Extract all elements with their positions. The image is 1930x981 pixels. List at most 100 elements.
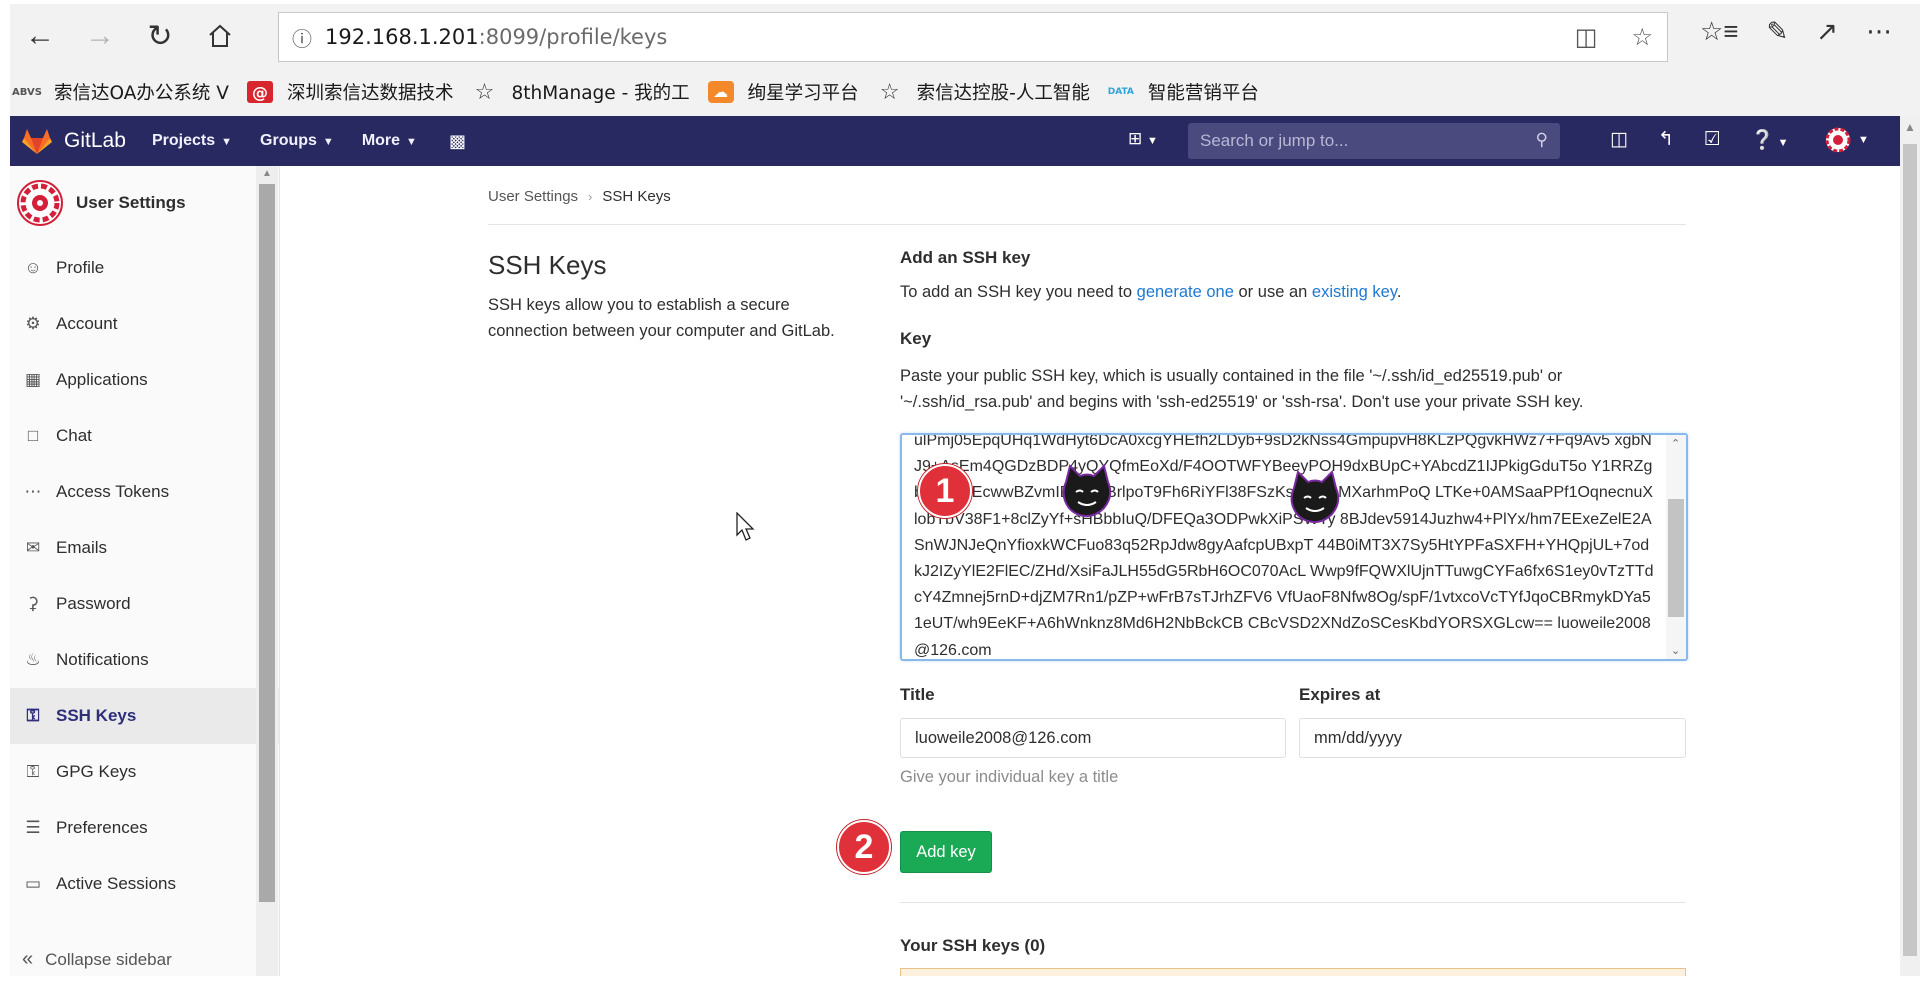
sidebar-item-profile[interactable]: ☺ Profile xyxy=(10,240,279,296)
bookmark-item[interactable]: ☁ 绚星学习平台 xyxy=(707,79,859,105)
account-icon: ⚙ xyxy=(25,314,41,333)
expires-date-input[interactable]: mm/dd/yyyy xyxy=(1299,718,1686,758)
sidebar-item-notifications[interactable]: ♨ Notifications xyxy=(10,632,279,688)
empty-keys-notice xyxy=(900,968,1686,976)
key-textarea-content[interactable]: ulPmj05EpqUHq1WdHyt6DcA0xcgYHEfh2LDyb+9s… xyxy=(914,435,1654,659)
search-box[interactable]: Search or jump to... ⚲ xyxy=(1188,123,1560,159)
gitlab-logo[interactable]: GitLab xyxy=(22,127,152,155)
reading-view-icon[interactable]: ◫ xyxy=(1575,23,1598,52)
bookmark-item[interactable]: ☆ 索信达控股-人工智能 xyxy=(877,79,1090,105)
avatar xyxy=(1825,127,1851,153)
divider xyxy=(488,224,1686,225)
url-text: 192.168.1.201:8099/profile/keys xyxy=(325,25,668,49)
mail-icon: ✉ xyxy=(25,538,41,557)
breadcrumb-current[interactable]: SSH Keys xyxy=(602,188,670,205)
favorite-star-icon[interactable]: ☆ xyxy=(1631,23,1653,52)
new-item-dropdown[interactable]: ⊞ ▼ xyxy=(1128,129,1158,149)
sidebar-item-chat[interactable]: □ Chat xyxy=(10,408,279,464)
pen-icon[interactable]: ✎ xyxy=(1766,16,1788,47)
sidebar-item-ssh-keys[interactable]: ⚿ SSH Keys xyxy=(10,688,279,744)
groups-menu[interactable]: Groups ▼ xyxy=(260,132,334,150)
bookmark-item[interactable]: DATA 智能营销平台 xyxy=(1108,79,1259,105)
sidebar-item-access-tokens[interactable]: ⋯ Access Tokens xyxy=(10,464,279,520)
sidebar-header[interactable]: User Settings xyxy=(10,166,279,240)
browser-toolbar: ← → ↻ ⓘ 192.168.1.201:8099/profile/keys … xyxy=(10,4,1920,68)
scrollbar-thumb[interactable] xyxy=(1903,144,1917,956)
scroll-up-icon[interactable]: ▲ xyxy=(262,168,272,179)
expires-label: Expires at xyxy=(1299,685,1381,704)
divider xyxy=(900,902,1686,903)
preferences-icon: ☰ xyxy=(25,818,41,837)
sidebar-scrollbar-thumb[interactable] xyxy=(259,184,275,902)
step-1-badge: 1 xyxy=(918,464,972,518)
at-sign-icon: @ xyxy=(246,81,273,103)
data-icon: DATA xyxy=(1107,87,1134,97)
add-key-button[interactable]: Add key xyxy=(900,831,992,873)
gitlab-navbar: GitLab Projects ▼ Groups ▼ More ▼ ▩ ⊞ ▼ Sea… xyxy=(10,116,1900,166)
share-icon[interactable]: ↗ xyxy=(1816,16,1838,47)
bookmark-item[interactable]: ABVS 索信达OA办公系统 V xyxy=(12,79,229,105)
issues-check-icon[interactable]: ☑ xyxy=(1704,128,1721,152)
page-scrollbar[interactable]: ▲ xyxy=(1900,116,1920,976)
sidebar-item-preferences[interactable]: ☰ Preferences xyxy=(10,800,279,856)
cat-sticker-icon xyxy=(1062,464,1112,518)
cat-sticker-icon xyxy=(1290,470,1340,524)
page-description: SSH keys allow you to establish a secure… xyxy=(488,296,835,340)
favorites-list-icon[interactable]: ☆≡ xyxy=(1700,16,1738,47)
chevron-right-icon: › xyxy=(588,189,593,204)
refresh-icon[interactable]: ↻ xyxy=(130,12,190,60)
mouse-cursor-icon xyxy=(736,512,755,541)
sidebar-item-active-sessions[interactable]: ▭ Active Sessions xyxy=(10,856,279,912)
bookmark-item[interactable]: @ 深圳索信达数据技术 xyxy=(246,79,453,105)
bookmark-item[interactable]: ☆ 8thManage - 我的工 xyxy=(471,79,690,105)
textarea-scrollbar[interactable]: ⌃ ⌄ xyxy=(1666,435,1686,659)
breadcrumb-parent-link[interactable]: User Settings xyxy=(488,188,578,205)
monitor-icon: ▭ xyxy=(24,874,42,893)
sidebar-item-account[interactable]: ⚙ Account xyxy=(10,296,279,352)
help-icon[interactable]: ❔ ▼ xyxy=(1751,128,1789,152)
window-frame xyxy=(0,976,1930,981)
activity-chart-icon[interactable]: ▩ xyxy=(449,131,466,152)
key-help-text: Paste your public SSH key, which is usua… xyxy=(900,367,1584,411)
existing-key-link[interactable]: existing key xyxy=(1312,283,1397,301)
textarea-scrollbar-thumb[interactable] xyxy=(1668,499,1684,617)
address-bar[interactable]: ⓘ 192.168.1.201:8099/profile/keys ◫ ☆ xyxy=(278,12,1668,62)
scroll-up-icon[interactable]: ▲ xyxy=(1904,120,1916,134)
projects-menu[interactable]: Projects ▼ xyxy=(152,132,232,150)
more-icon[interactable]: ⋯ xyxy=(1866,16,1892,47)
gitlab-fox-icon xyxy=(22,129,52,154)
back-arrow-icon[interactable]: ← xyxy=(10,12,70,60)
key-icon: ⚿ xyxy=(26,706,40,725)
star-icon: ☆ xyxy=(879,79,900,105)
bell-icon: ♨ xyxy=(25,650,41,669)
merge-request-icon[interactable]: ↰ xyxy=(1658,128,1674,152)
home-icon[interactable] xyxy=(190,12,250,60)
sidebar-item-applications[interactable]: ▦ Applications xyxy=(10,352,279,408)
user-avatar-menu[interactable]: ▼ xyxy=(1824,126,1869,154)
scroll-up-icon[interactable]: ⌃ xyxy=(1671,437,1680,450)
search-icon: ⚲ xyxy=(1535,130,1548,149)
key-icon: ⚿ xyxy=(26,762,40,781)
collapse-sidebar-button[interactable]: « Collapse sidebar xyxy=(22,948,172,971)
title-label: Title xyxy=(900,685,935,704)
sidebar-item-gpg-keys[interactable]: ⚿ GPG Keys xyxy=(10,744,279,800)
sidebar-item-emails[interactable]: ✉ Emails xyxy=(10,520,279,576)
star-icon: ☆ xyxy=(474,79,495,105)
generate-one-link[interactable]: generate one xyxy=(1137,283,1234,301)
step-2-badge: 2 xyxy=(837,820,891,874)
more-menu[interactable]: More ▼ xyxy=(362,132,417,150)
title-input[interactable]: luoweile2008@126.com xyxy=(900,718,1286,758)
chat-icon: □ xyxy=(27,426,39,445)
cloud-icon: ☁ xyxy=(707,81,734,103)
todo-sidebar-icon[interactable]: ◫ xyxy=(1610,128,1628,152)
forward-arrow-icon[interactable]: → xyxy=(70,12,130,60)
scroll-down-icon[interactable]: ⌄ xyxy=(1671,644,1680,657)
applications-icon: ▦ xyxy=(24,370,42,389)
token-icon: ⋯ xyxy=(24,482,42,501)
key-label: Key xyxy=(900,329,932,348)
site-info-icon[interactable]: ⓘ xyxy=(279,23,325,52)
sidebar-item-password[interactable]: ⚳ Password xyxy=(10,576,279,632)
search-placeholder: Search or jump to... xyxy=(1200,131,1349,150)
settings-sidebar: User Settings ☺ Profile ⚙ Account ▦ Applica… xyxy=(10,166,280,976)
sidebar-scrollbar[interactable]: ▲ xyxy=(256,166,278,976)
